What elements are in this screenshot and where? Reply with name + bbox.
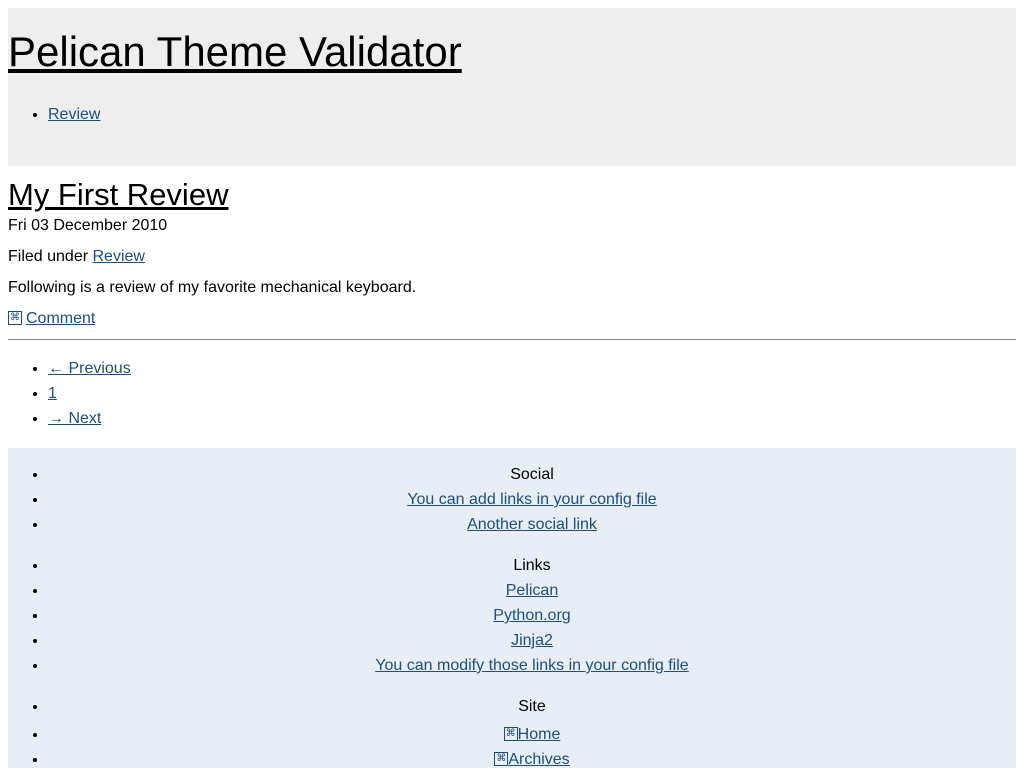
links-item: Jinja2	[48, 628, 1016, 653]
social-list: Social You can add links in your config …	[48, 462, 1016, 537]
article-summary: Following is a review of my favorite mec…	[8, 279, 417, 296]
site-heading: Site	[48, 694, 1016, 719]
site-item: ⌘Archives	[48, 747, 1016, 772]
pagination: ← Previous 1 → Next	[48, 356, 131, 431]
article-title-link[interactable]: My First Review	[8, 177, 228, 212]
page-1-link[interactable]: 1	[48, 385, 57, 402]
link-jinja2[interactable]: Jinja2	[511, 632, 553, 649]
menu-link-review[interactable]: Review	[48, 106, 100, 123]
social-link-config[interactable]: You can add links in your config file	[407, 491, 656, 508]
links-heading: Links	[48, 553, 1016, 578]
links-item: Python.org	[48, 603, 1016, 628]
category-link[interactable]: Review	[93, 248, 145, 265]
social-heading: Social	[48, 462, 1016, 487]
comment-icon: ⌘	[8, 311, 22, 325]
link-modify-config[interactable]: You can modify those links in your confi…	[375, 657, 688, 674]
social-link-another[interactable]: Another social link	[467, 516, 597, 533]
article-date: Fri 03 December 2010	[8, 217, 168, 234]
comment-line: ⌘ Comment	[8, 309, 95, 329]
home-label: Home	[517, 726, 561, 743]
site-title: Pelican Theme Validator	[8, 28, 462, 76]
comment-label: Comment	[26, 310, 96, 327]
site-footer: Social You can add links in your config …	[8, 448, 1016, 768]
social-item: Another social link	[48, 512, 1016, 537]
home-icon: ⌘	[503, 727, 518, 741]
link-python-org[interactable]: Python.org	[493, 607, 570, 624]
previous-page-link[interactable]: ← Previous	[48, 360, 131, 377]
links-item: Pelican	[48, 578, 1016, 603]
filed-under-label: Filed under	[8, 248, 89, 265]
divider	[8, 339, 1016, 340]
home-link[interactable]: ⌘ Home	[503, 726, 561, 743]
pagination-item: → Next	[48, 406, 131, 431]
menu-item-review: Review	[48, 104, 100, 126]
archives-icon: ⌘	[494, 752, 509, 766]
comment-link[interactable]: ⌘ Comment	[8, 310, 95, 327]
main-menu: Review	[48, 104, 100, 126]
site-title-link[interactable]: Pelican Theme Validator	[8, 28, 462, 75]
pagination-item: 1	[48, 381, 131, 406]
archives-link[interactable]: ⌘ Archives	[494, 751, 570, 768]
archives-label: Archives	[508, 751, 570, 768]
link-pelican[interactable]: Pelican	[506, 582, 558, 599]
next-page-link[interactable]: → Next	[48, 410, 101, 427]
links-item: You can modify those links in your confi…	[48, 653, 1016, 678]
site-item: ⌘Home	[48, 722, 1016, 747]
site-list: Site ⌘Home ⌘Archives	[48, 694, 1016, 772]
social-item: You can add links in your config file	[48, 487, 1016, 512]
site-header: Pelican Theme Validator Review	[8, 8, 1016, 166]
article-title: My First Review	[8, 176, 228, 214]
article-category-line: Filed under Review	[8, 247, 145, 267]
pagination-item: ← Previous	[48, 356, 131, 381]
links-list: Links Pelican Python.org Jinja2 You can …	[48, 553, 1016, 678]
